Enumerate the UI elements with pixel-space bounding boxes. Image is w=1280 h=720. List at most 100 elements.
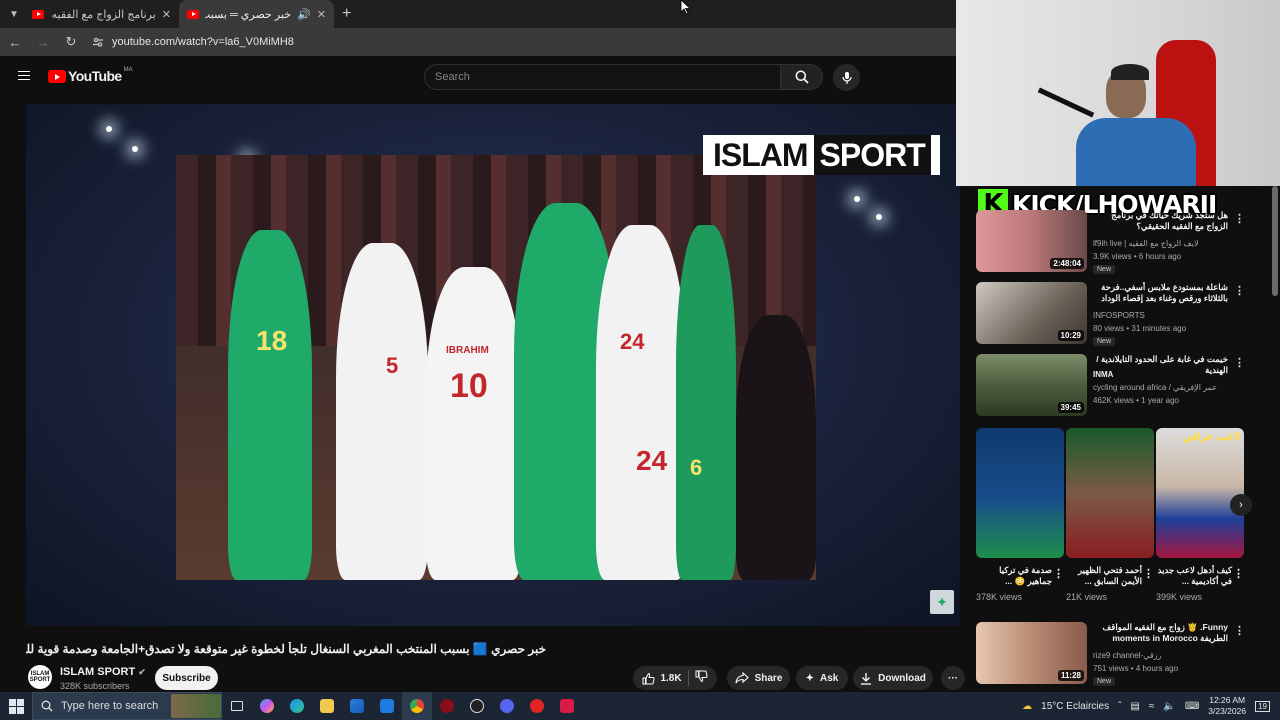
more-options-icon[interactable]: ⋮: [1143, 567, 1154, 580]
streamer-shirt: [1076, 118, 1196, 186]
sparkle-icon: ✦: [805, 672, 815, 684]
file-explorer-icon[interactable]: [312, 692, 342, 720]
weather-icon[interactable]: ☁: [1022, 701, 1032, 712]
video-meta: 3.9K views • 6 hours ago: [1093, 252, 1182, 261]
volume-icon[interactable]: 🔈: [1163, 701, 1175, 712]
like-dislike-group: 1.8K: [633, 666, 717, 690]
weather-text[interactable]: 15°C Eclaircies: [1041, 701, 1109, 712]
recommended-video[interactable]: 10:29 شاعلة بمستودع ملابس أسفي..فرحة بال…: [976, 282, 1256, 348]
page-scrollbar[interactable]: [1272, 186, 1278, 296]
site-info-icon[interactable]: [92, 36, 104, 48]
forward-arrow-icon[interactable]: →: [36, 35, 50, 50]
tab-search-dropdown[interactable]: ▼: [4, 4, 24, 24]
channel-name[interactable]: lf9ih live | لايف الزواج مع الفقيه: [1093, 239, 1199, 248]
more-options-icon[interactable]: ⋮: [1234, 212, 1245, 225]
video-thumbnail[interactable]: 10:29: [976, 282, 1087, 344]
recorder-icon[interactable]: [522, 692, 552, 720]
network-icon[interactable]: ▤: [1130, 701, 1139, 712]
ask-button[interactable]: ✦ Ask: [796, 666, 848, 690]
task-view-icon[interactable]: [222, 692, 252, 720]
more-options-icon[interactable]: ⋮: [1234, 284, 1245, 297]
video-meta: 80 views • 31 minutes ago: [1093, 324, 1187, 333]
tab-title: خبر حصري ═ بسبب المنتخب: [205, 8, 292, 21]
short-item[interactable]: لاعب خرافي كيف أدهل لاعب جديد في أكاديمي…: [1156, 428, 1244, 602]
download-button[interactable]: Download: [853, 666, 933, 690]
subscribe-button[interactable]: Subscribe: [155, 666, 218, 690]
browser-tab-1[interactable]: برنامج الزواج مع الفقيه😡 بغات را ✕: [24, 0, 179, 28]
short-thumbnail[interactable]: لاعب خرافي: [1156, 428, 1244, 558]
like-button[interactable]: 1.8K: [642, 672, 682, 685]
video-frame-image: 18 5 IBRAHIM 10 24 24 6: [176, 155, 816, 580]
video-title[interactable]: شاعلة بمستودع ملابس أسفي..فرحة بالثلاثاء…: [1093, 282, 1228, 306]
short-item[interactable]: صدمة في تركيا جماهير 😳 ... 378K views ⋮: [976, 428, 1064, 602]
channel-name[interactable]: INFOSPORTS: [1093, 311, 1145, 320]
obs-studio-icon[interactable]: [462, 692, 492, 720]
menu-hamburger-icon[interactable]: [18, 71, 30, 80]
video-title[interactable]: Funny. 🤴 زواج مع الفقيه المواقف الطريفة …: [1093, 622, 1228, 646]
video-player[interactable]: 18 5 IBRAHIM 10 24 24 6 ISLAM SPORT ✦: [26, 104, 960, 626]
youtube-logo[interactable]: YouTube MA: [48, 67, 133, 83]
channel-watermark-icon[interactable]: ✦: [930, 590, 954, 614]
store-icon[interactable]: [342, 692, 372, 720]
watermark-right: SPORT: [813, 135, 931, 175]
app-icon-pink[interactable]: [552, 692, 582, 720]
video-thumbnail[interactable]: 39:45: [976, 354, 1087, 416]
browser-tab-2[interactable]: خبر حصري ═ بسبب المنتخب 🔊 ✕: [179, 0, 334, 28]
search-icon: [41, 700, 53, 712]
wifi-icon[interactable]: ≈: [1149, 701, 1155, 712]
more-options-icon[interactable]: ⋮: [1234, 624, 1245, 637]
search-input[interactable]: Search: [424, 64, 781, 90]
chevron-right-icon[interactable]: ›: [1230, 494, 1252, 516]
url-field[interactable]: youtube.com/watch?v=la6_V0MiMH8: [92, 36, 294, 48]
streamer-hair: [1111, 64, 1149, 80]
short-thumbnail[interactable]: [976, 428, 1064, 558]
short-title[interactable]: أحمد فتحي الظهير الأيمن السابق ...: [1066, 565, 1154, 587]
jersey-number: 6: [690, 455, 703, 480]
reload-icon[interactable]: ↻: [64, 34, 78, 50]
microphone-arm: [1037, 87, 1095, 118]
more-options-icon[interactable]: ⋮: [1234, 356, 1245, 369]
app-icon-red[interactable]: [432, 692, 462, 720]
notifications-icon[interactable]: 19: [1255, 700, 1270, 712]
windows-start-icon[interactable]: [0, 692, 32, 720]
clock[interactable]: 12:26 AM 3/23/2026: [1208, 695, 1246, 717]
short-thumbnail[interactable]: [1066, 428, 1154, 558]
video-title[interactable]: هل ستجد شريك حياتك في برنامج الزواج مع ا…: [1093, 210, 1228, 232]
close-tab-icon[interactable]: ✕: [317, 8, 326, 21]
recommended-video[interactable]: 39:45 خيمت في غابة على الحدود التايلاندي…: [976, 354, 1256, 420]
more-actions-icon[interactable]: ···: [941, 666, 965, 690]
search-highlight-image: [171, 694, 221, 718]
short-title[interactable]: كيف أدهل لاعب جديد في أكاديمية ...: [1156, 565, 1244, 587]
video-thumbnail[interactable]: 2:48:04: [976, 210, 1087, 272]
edge-browser-icon[interactable]: [282, 692, 312, 720]
mail-icon[interactable]: [372, 692, 402, 720]
speaker-icon[interactable]: 🔊: [297, 8, 311, 21]
discord-icon[interactable]: [492, 692, 522, 720]
back-arrow-icon[interactable]: ←: [8, 35, 22, 50]
short-item[interactable]: أحمد فتحي الظهير الأيمن السابق ... 21K v…: [1066, 428, 1154, 602]
copilot-icon[interactable]: [252, 692, 282, 720]
chrome-browser-icon[interactable]: [402, 692, 432, 720]
channel-name[interactable]: ISLAM SPORT ✔: [60, 666, 146, 678]
more-options-icon[interactable]: ⋮: [1233, 567, 1244, 580]
search-button[interactable]: [781, 64, 823, 90]
keyboard-icon[interactable]: ⌨: [1185, 701, 1199, 712]
close-tab-icon[interactable]: ✕: [162, 8, 171, 21]
new-tab-icon[interactable]: +: [342, 5, 351, 23]
share-button[interactable]: Share: [727, 666, 790, 690]
watermark-left: ISLAM: [713, 136, 809, 173]
more-options-icon[interactable]: ⋮: [1053, 567, 1064, 580]
recommended-video[interactable]: 2:48:04 هل ستجد شريك حياتك في برنامج الز…: [976, 210, 1256, 276]
short-title[interactable]: صدمة في تركيا جماهير 😳 ...: [976, 565, 1064, 587]
voice-search-button[interactable]: [833, 64, 860, 91]
channel-avatar[interactable]: ISLAM SPORT: [28, 665, 52, 689]
jersey-number: 5: [386, 353, 399, 378]
video-thumbnail[interactable]: 11:28: [976, 622, 1087, 684]
video-title: خبر حصري 🟦 بسبب المنتخب المغربي السنغال …: [26, 642, 546, 656]
recommended-video[interactable]: 11:28 Funny. 🤴 زواج مع الفقيه المواقف ال…: [976, 622, 1256, 688]
channel-name[interactable]: cycling around africa / عمر الإفريقي: [1093, 383, 1217, 392]
dislike-button[interactable]: [695, 670, 708, 686]
taskbar-search-box[interactable]: Type here to search: [32, 692, 222, 720]
channel-name[interactable]: rize9 channel-رزقي: [1093, 651, 1161, 660]
tray-chevron-up-icon[interactable]: ˆ: [1118, 701, 1121, 712]
